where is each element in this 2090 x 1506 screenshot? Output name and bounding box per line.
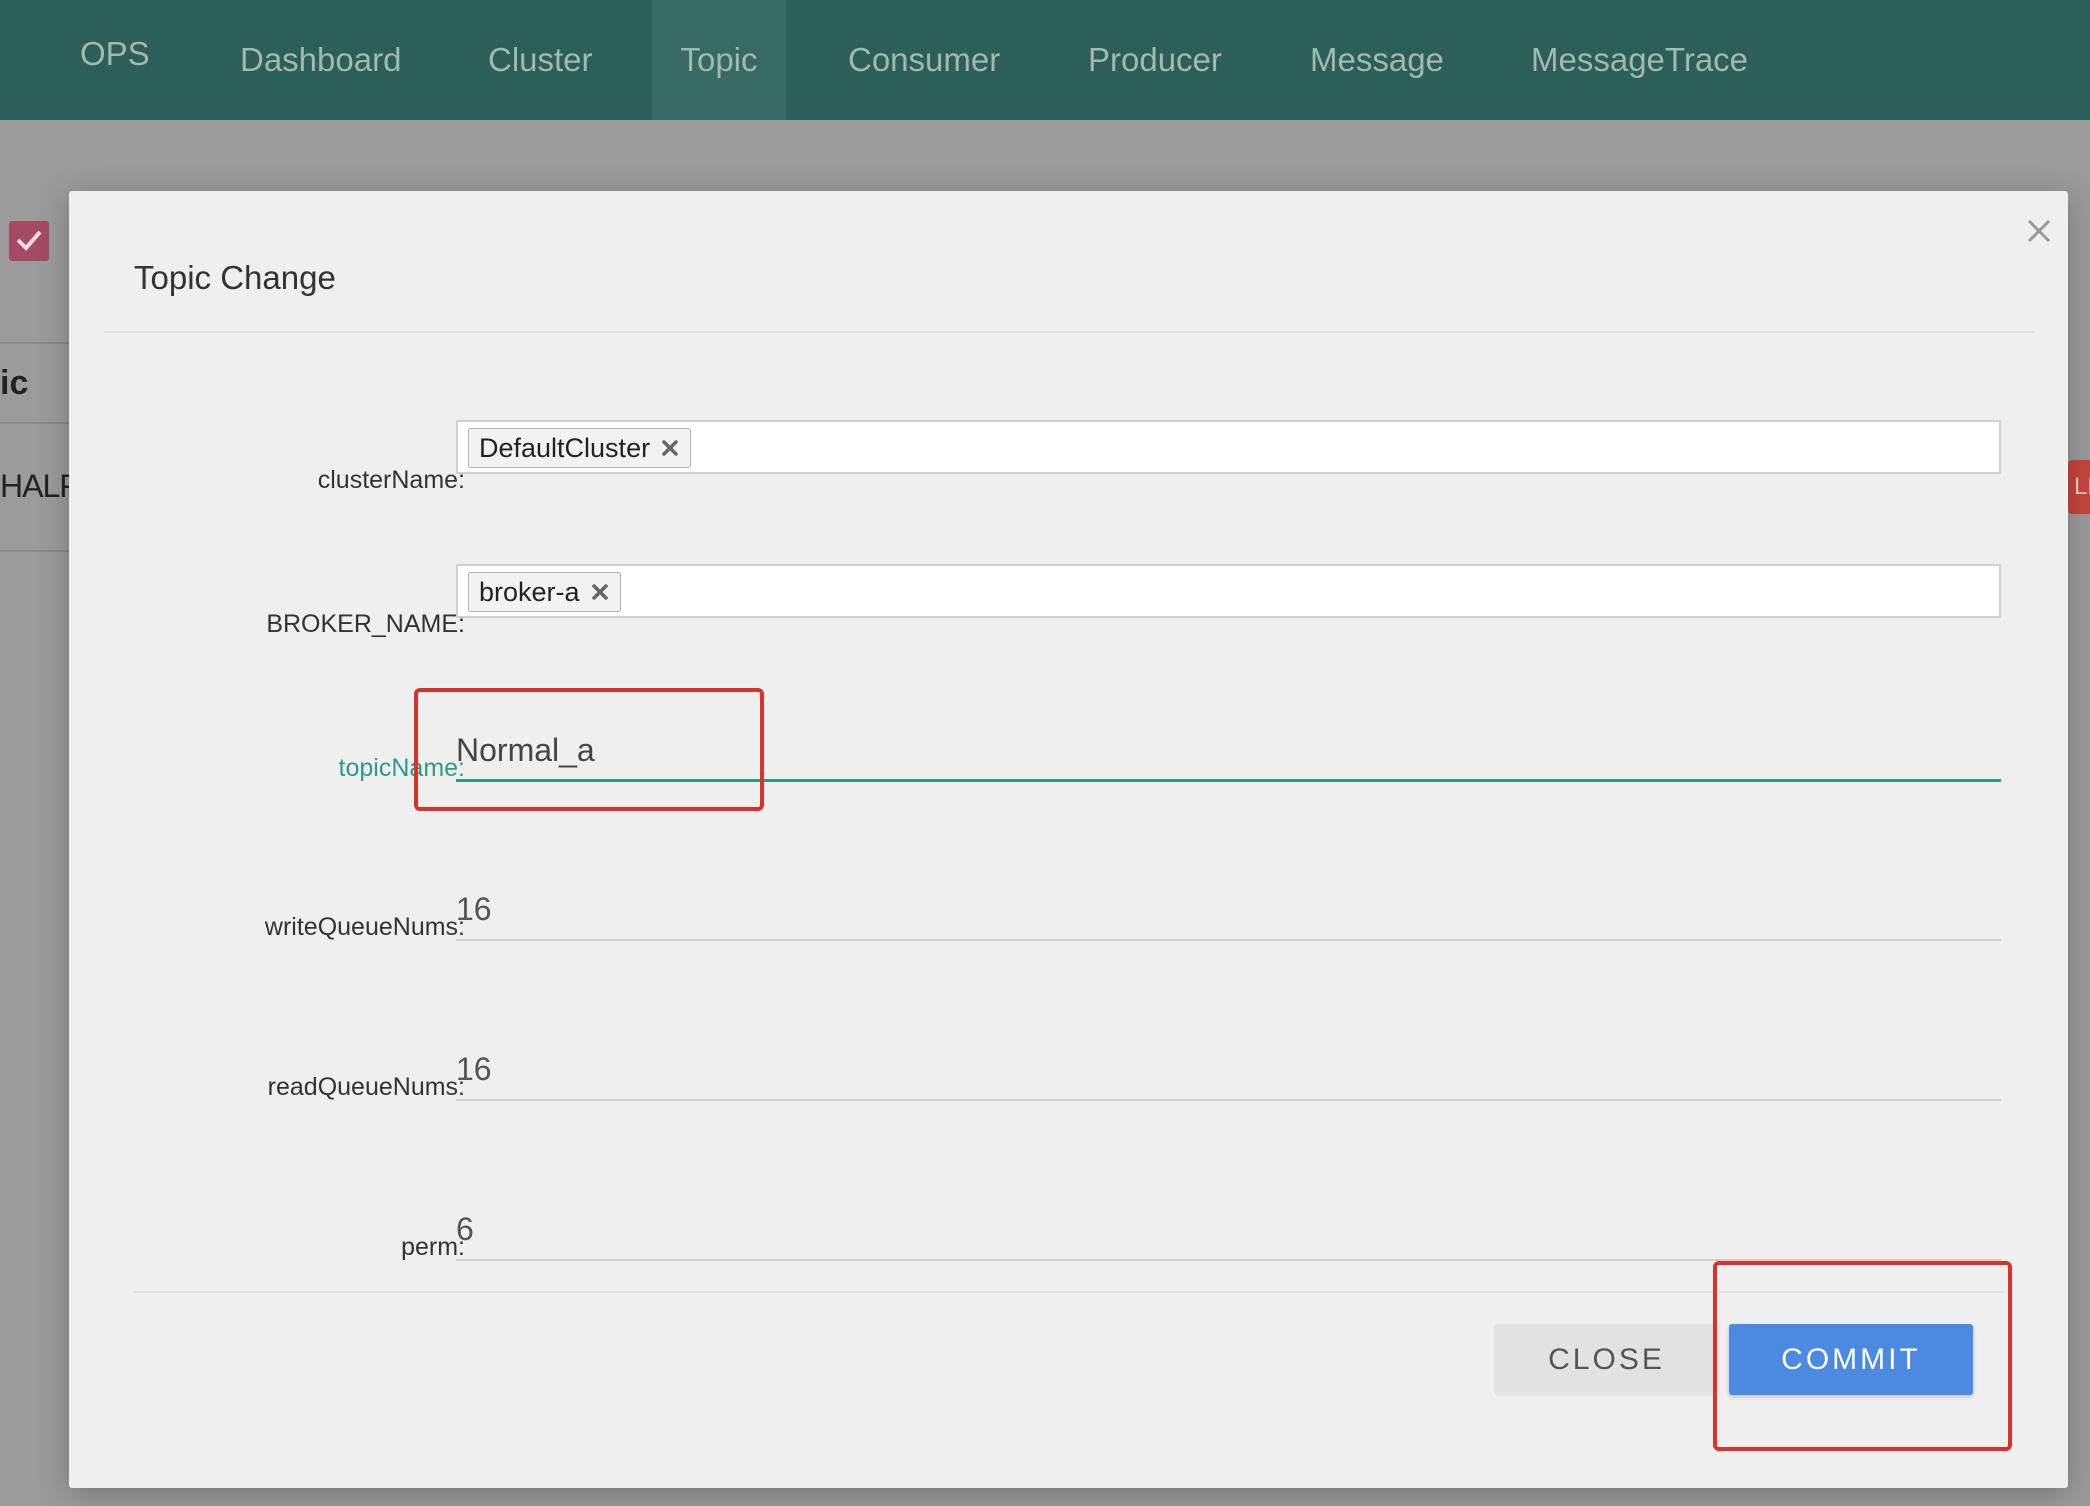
background-divider bbox=[0, 550, 80, 552]
cluster-name-label: clusterName: bbox=[317, 466, 465, 494]
read-queue-nums-label: readQueueNums: bbox=[267, 1073, 465, 1101]
perm-value: 6 bbox=[456, 1211, 474, 1247]
nav-item-messagetrace[interactable]: MessageTrace bbox=[1531, 0, 1748, 120]
close-button[interactable]: CLOSE bbox=[1494, 1324, 1719, 1395]
topic-name-label: topicName: bbox=[338, 754, 465, 782]
write-queue-nums-label: writeQueueNums: bbox=[264, 913, 465, 941]
broker-chip-label: broker-a bbox=[479, 576, 580, 607]
nav-item-dashboard[interactable]: Dashboard bbox=[240, 0, 401, 120]
check-icon bbox=[16, 230, 42, 251]
nav-item-producer[interactable]: Producer bbox=[1088, 0, 1222, 120]
dialog-header-divider bbox=[104, 331, 2034, 333]
nav-item-cluster[interactable]: Cluster bbox=[488, 0, 593, 120]
perm-input[interactable]: 6 bbox=[456, 1201, 2001, 1261]
background-column-header: ic bbox=[0, 364, 29, 402]
close-icon[interactable] bbox=[2019, 211, 2059, 251]
remove-chip-icon[interactable] bbox=[660, 438, 680, 458]
read-queue-nums-value: 16 bbox=[456, 1051, 492, 1087]
write-queue-nums-value: 16 bbox=[456, 891, 492, 927]
topic-name-value: Normal_a bbox=[456, 732, 595, 768]
background-delete-button: LE bbox=[2068, 460, 2090, 514]
broker-name-select[interactable]: broker-a bbox=[456, 564, 2001, 618]
nav-item-message[interactable]: Message bbox=[1310, 0, 1444, 120]
dialog-title: Topic Change bbox=[134, 259, 336, 296]
commit-button[interactable]: COMMIT bbox=[1729, 1324, 1973, 1395]
background-divider bbox=[0, 342, 80, 344]
top-navbar: OPS Dashboard Cluster Topic Consumer Pro… bbox=[0, 0, 2090, 120]
remove-chip-icon[interactable] bbox=[590, 582, 610, 602]
topic-name-input[interactable]: Normal_a bbox=[456, 722, 2001, 782]
cluster-name-select[interactable]: DefaultCluster bbox=[456, 420, 2001, 474]
background-table-cell: HALF bbox=[0, 468, 79, 504]
nav-item-topic[interactable]: Topic bbox=[652, 0, 786, 120]
read-queue-nums-input[interactable]: 16 bbox=[456, 1041, 2001, 1101]
background-checkbox bbox=[9, 221, 49, 261]
background-divider bbox=[0, 422, 80, 424]
nav-brand[interactable]: OPS bbox=[80, 0, 150, 120]
cluster-chip-label: DefaultCluster bbox=[479, 432, 651, 463]
cluster-chip: DefaultCluster bbox=[468, 428, 692, 468]
dialog-footer-divider bbox=[134, 1291, 2004, 1293]
write-queue-nums-input[interactable]: 16 bbox=[456, 881, 2001, 941]
broker-name-label: BROKER_NAME: bbox=[266, 610, 465, 638]
broker-chip: broker-a bbox=[468, 572, 621, 612]
nav-item-consumer[interactable]: Consumer bbox=[848, 0, 1000, 120]
topic-change-dialog: Topic Change clusterName: DefaultCluster… bbox=[69, 191, 2068, 1488]
